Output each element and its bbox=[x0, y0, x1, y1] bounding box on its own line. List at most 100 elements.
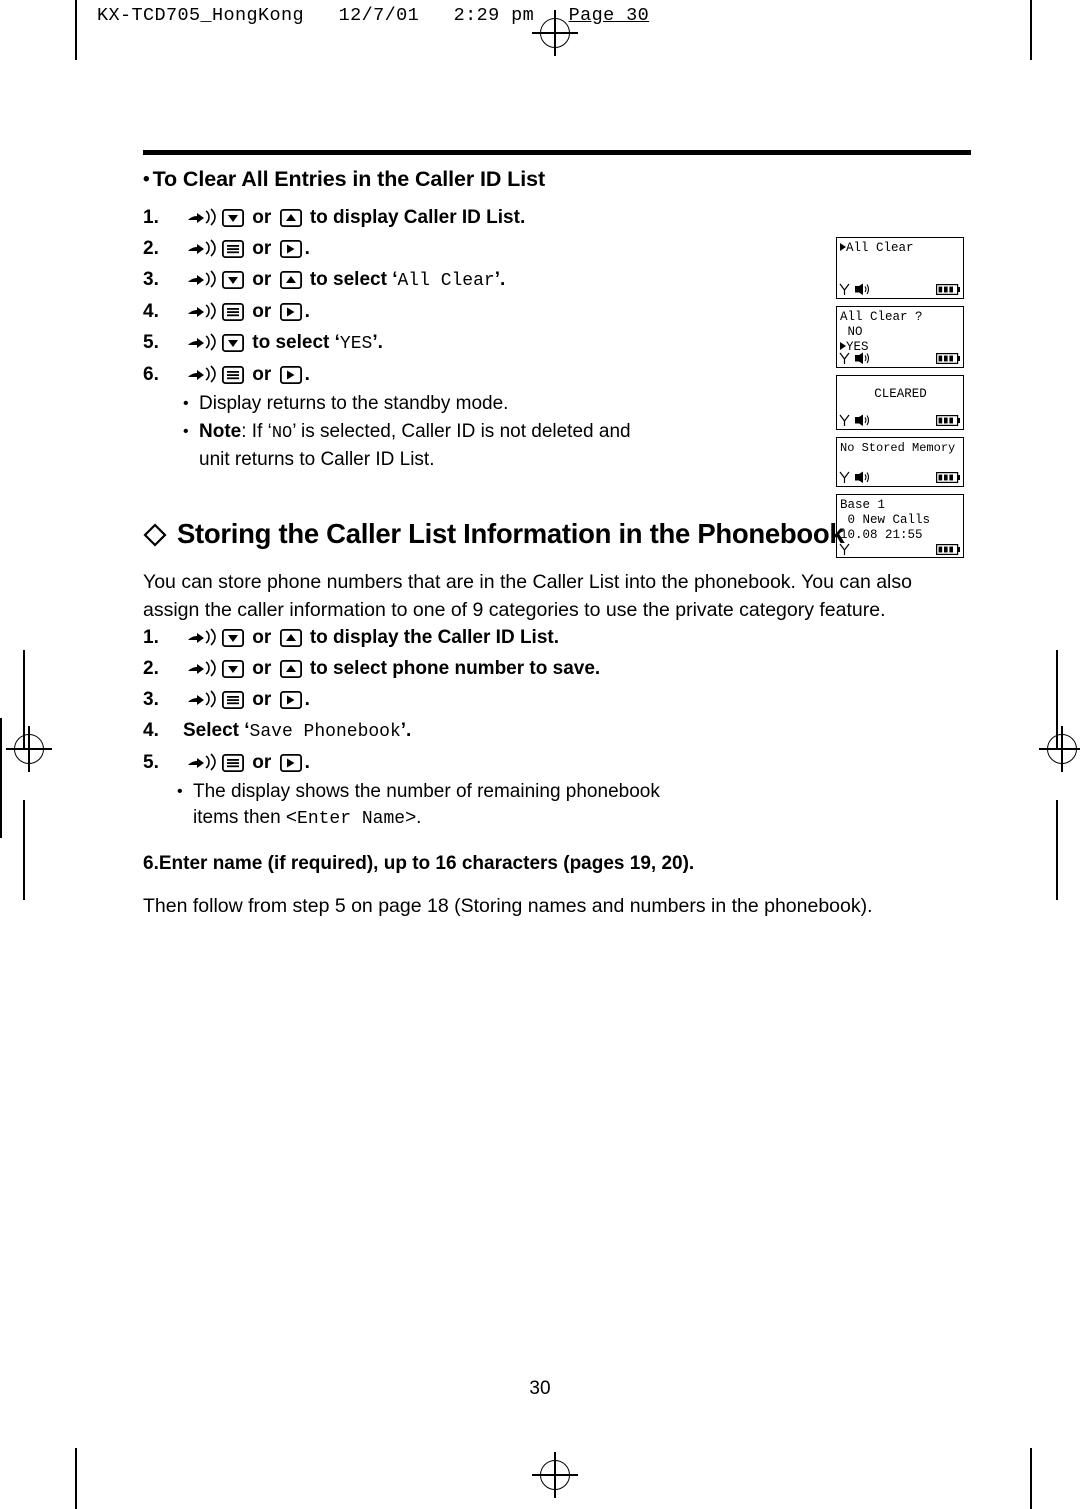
step-body: or to display the Caller ID List. bbox=[183, 624, 971, 652]
step-text: ‘ bbox=[238, 720, 250, 741]
step-text: or bbox=[247, 627, 277, 648]
note-text: Display returns to the standby mode. bbox=[199, 393, 509, 414]
step-number: 6. bbox=[143, 364, 159, 385]
menu-key-icon bbox=[222, 754, 244, 772]
step-verb: Select bbox=[183, 720, 239, 741]
print-header-date: 12/7/01 bbox=[338, 5, 420, 26]
joystick-press-icon bbox=[186, 658, 216, 678]
note-text: The display shows the number of remainin… bbox=[193, 781, 660, 802]
step-text: or bbox=[247, 752, 277, 773]
note-text: Note: If ‘NO’ is selected, Caller ID is … bbox=[199, 421, 631, 443]
navigator-right-key-icon bbox=[279, 303, 302, 321]
note-text: items then < bbox=[193, 807, 298, 828]
page-number: 30 bbox=[529, 1378, 551, 1399]
menu-key-icon bbox=[222, 691, 244, 709]
joystick-press-icon bbox=[186, 689, 216, 709]
crop-line-right-rule-lower bbox=[1056, 800, 1058, 900]
step-text: or bbox=[247, 269, 277, 290]
print-header-time: 2:29 pm bbox=[453, 5, 535, 26]
bullet-dot-icon: • bbox=[183, 423, 189, 440]
crop-line-left-mid-h bbox=[0, 718, 2, 838]
joystick-press-icon bbox=[186, 627, 216, 647]
subsection-heading-text: To Clear All Entries in the Caller ID Li… bbox=[152, 167, 546, 191]
note-remaining-items-continuation: items then <Enter Name>. bbox=[193, 805, 971, 832]
navigator-down-key-icon bbox=[222, 209, 244, 227]
note-standby: • Display returns to the standby mode. bbox=[183, 391, 971, 417]
step-body: or to display Caller ID List. bbox=[183, 204, 971, 232]
note-no-selected: • Note: If ‘NO’ is selected, Caller ID i… bbox=[183, 419, 971, 447]
step-text: to select ‘ bbox=[304, 269, 398, 290]
joystick-press-icon bbox=[186, 269, 216, 289]
registration-mark-bottom bbox=[532, 1452, 578, 1498]
navigator-up-key-icon bbox=[279, 629, 302, 647]
step-item: 1. or to display Caller ID List. bbox=[143, 204, 971, 232]
joystick-press-icon bbox=[186, 238, 216, 258]
step-body: Enter name (if required), up to 16 chara… bbox=[158, 853, 695, 874]
note-label: Note bbox=[199, 421, 242, 442]
navigator-down-key-icon bbox=[222, 660, 244, 678]
step-item-enter-name: 6. Enter name (if required), up to 16 ch… bbox=[143, 850, 971, 878]
step-text: or bbox=[247, 658, 277, 679]
note-display-token: Enter Name bbox=[297, 809, 406, 829]
step-body: or . bbox=[183, 686, 971, 714]
step-body: or . bbox=[183, 235, 971, 263]
section-intro-paragraph: You can store phone numbers that are in … bbox=[143, 571, 912, 621]
crop-line-bottom-left-v bbox=[75, 1448, 77, 1509]
section-heading-storing: Storing the Caller List Information in t… bbox=[143, 517, 971, 552]
step-body: or to select phone number to save. bbox=[183, 655, 971, 683]
menu-key-icon bbox=[222, 366, 244, 384]
step-display-token: YES bbox=[339, 334, 373, 354]
print-header: KX-TCD705_HongKong 12/7/01 2:29 pm Page … bbox=[97, 5, 649, 26]
menu-key-icon bbox=[222, 303, 244, 321]
step-item: 3. or . bbox=[143, 686, 971, 714]
step-number: 5. bbox=[143, 752, 159, 773]
navigator-right-key-icon bbox=[279, 691, 302, 709]
note-remaining-items: • The display shows the number of remain… bbox=[177, 779, 971, 805]
joystick-press-icon bbox=[186, 301, 216, 321]
diamond-bullet-icon bbox=[143, 517, 177, 552]
registration-mark-right bbox=[1039, 726, 1080, 772]
step-text-end: to display the Caller ID List. bbox=[304, 627, 560, 648]
step-item: 3. or to select ‘All Clear’. bbox=[143, 266, 971, 295]
step-display-token: Save Phonebook bbox=[249, 722, 401, 742]
step-item: 6. or . bbox=[143, 361, 971, 389]
step-text-end: to select phone number to save. bbox=[304, 658, 601, 679]
bullet-dot-icon: • bbox=[177, 783, 183, 800]
step-text-end: . bbox=[304, 752, 310, 773]
navigator-up-key-icon bbox=[279, 660, 302, 678]
navigator-right-key-icon bbox=[279, 366, 302, 384]
joystick-press-icon bbox=[186, 364, 216, 384]
note-display-token: NO bbox=[271, 424, 293, 443]
navigator-up-key-icon bbox=[279, 271, 302, 289]
step-text: or bbox=[247, 364, 277, 385]
step-text: or bbox=[247, 301, 277, 322]
step-item: 4. Select ‘Save Phonebook’. bbox=[143, 717, 971, 746]
step-item: 5. or . bbox=[143, 749, 971, 777]
step-body: or . bbox=[183, 298, 971, 326]
registration-mark-left bbox=[6, 726, 52, 772]
step-text-end: . bbox=[304, 364, 310, 385]
step-body: or . bbox=[183, 749, 971, 777]
step-number: 4. bbox=[143, 720, 159, 741]
navigator-up-key-icon bbox=[279, 209, 302, 227]
step-number: 1. bbox=[143, 207, 159, 228]
step-item: 4. or . bbox=[143, 298, 971, 326]
step-item: 1. or to display the Caller ID List. bbox=[143, 624, 971, 652]
steps-list-clear-all: 1. or to display Caller ID List. 2. or .… bbox=[143, 204, 971, 389]
crop-line-top-left-v bbox=[75, 0, 77, 60]
navigator-down-key-icon bbox=[222, 334, 244, 352]
step-item: 5. to select ‘YES’. bbox=[143, 329, 971, 358]
note-continuation: unit returns to Caller ID List. bbox=[199, 449, 435, 470]
bullet-dot-icon: • bbox=[143, 169, 150, 190]
step-text-end: . bbox=[304, 238, 310, 259]
step-text: to select ‘ bbox=[247, 332, 340, 353]
step-number: 3. bbox=[143, 689, 159, 710]
joystick-press-icon bbox=[186, 752, 216, 772]
step-text-end: ’. bbox=[494, 269, 506, 290]
step-text: or bbox=[247, 689, 277, 710]
step-text-end: ’. bbox=[400, 720, 412, 741]
subsection-heading-clear-all: • To Clear All Entries in the Caller ID L… bbox=[143, 167, 971, 192]
step-text-end: ’. bbox=[372, 332, 383, 353]
step-text-end: to display Caller ID List. bbox=[304, 207, 526, 228]
step-body: to select ‘YES’. bbox=[183, 329, 971, 358]
